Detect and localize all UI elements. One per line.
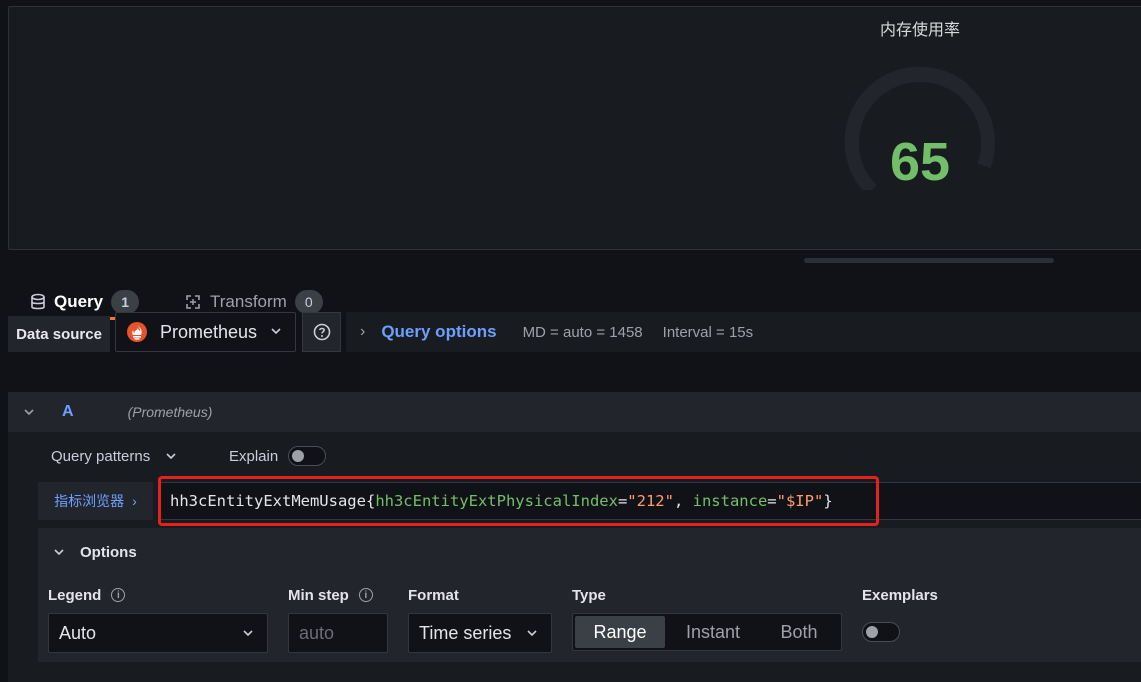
type-radio-group: Range Instant Both (572, 613, 842, 651)
explain-toggle[interactable] (288, 446, 327, 466)
question-icon (313, 323, 330, 341)
tab-transform-label: Transform (210, 292, 287, 311)
query-options-md: MD = auto = 1458 (522, 323, 643, 341)
query-patterns-label: Query patterns (51, 447, 151, 465)
query-row-header[interactable]: A (Prometheus) (8, 392, 1141, 432)
legend-select[interactable]: Auto (48, 613, 268, 653)
tab-transform-count: 0 (294, 290, 323, 314)
chevron-down-icon (166, 453, 176, 460)
query-options-label: Query options (381, 322, 497, 341)
chevron-down-icon (54, 549, 64, 556)
minstep-input[interactable]: auto (288, 613, 388, 653)
transform-icon (186, 295, 200, 309)
query-options-toggle[interactable]: › Query options MD = auto = 1458 Interva… (346, 312, 1141, 352)
type-option-range[interactable]: Range (575, 616, 665, 648)
legend-label: Legend (48, 586, 102, 604)
format-select[interactable]: Time series (408, 613, 552, 653)
explain-control: Explain (229, 444, 327, 468)
tab-query-count: 1 (111, 290, 140, 314)
datasource-label: Data source (8, 316, 110, 352)
chevron-down-icon (243, 630, 253, 637)
query-datasource-name: (Prometheus) (127, 404, 213, 420)
format-value: Time series (419, 622, 512, 643)
datasource-help-button[interactable] (302, 312, 341, 352)
query-ref-id[interactable]: A (62, 403, 74, 421)
format-label-row: Format (408, 585, 459, 605)
explain-label: Explain (229, 447, 279, 465)
minstep-label-row: Min step i (288, 585, 373, 605)
metrics-browser-button[interactable]: 指标浏览器 › (38, 482, 153, 520)
options-toggle[interactable]: Options (52, 540, 137, 564)
gauge: 65 (844, 66, 995, 190)
legend-value: Auto (59, 622, 97, 643)
chevron-down-icon (271, 328, 281, 335)
type-label-row: Type (572, 585, 606, 605)
gauge-value: 65 (890, 132, 950, 190)
info-icon[interactable]: i (111, 588, 126, 602)
horizontal-scrollbar[interactable] (804, 258, 1054, 263)
chevron-down-icon[interactable] (22, 405, 36, 419)
chevron-right-icon: › (132, 493, 137, 509)
prometheus-icon (127, 322, 147, 342)
format-label: Format (408, 586, 459, 604)
type-option-instant[interactable]: Instant (665, 616, 761, 648)
metrics-browser-label: 指标浏览器 (54, 493, 125, 509)
panel-title: 内存使用率 (879, 22, 960, 39)
query-options-interval: Interval = 15s (662, 323, 754, 341)
type-option-both[interactable]: Both (761, 616, 837, 648)
database-icon (31, 293, 45, 310)
type-label: Type (572, 586, 606, 604)
datasource-selected: Prometheus (160, 321, 258, 342)
chevron-right-icon: › (360, 323, 366, 340)
options-header-label: Options (80, 543, 137, 561)
chevron-down-icon (527, 630, 537, 637)
tab-query-label: Query (54, 292, 104, 311)
legend-label-row: Legend i (48, 585, 126, 605)
exemplars-label: Exemplars (862, 586, 938, 604)
datasource-picker[interactable]: Prometheus (115, 312, 296, 352)
exemplars-toggle[interactable] (862, 622, 900, 642)
query-patterns-dropdown[interactable]: Query patterns (51, 444, 178, 468)
info-icon[interactable]: i (358, 588, 373, 602)
highlight-annotation-box (158, 476, 879, 526)
minstep-label: Min step (288, 586, 349, 604)
exemplars-label-row: Exemplars (862, 585, 938, 605)
